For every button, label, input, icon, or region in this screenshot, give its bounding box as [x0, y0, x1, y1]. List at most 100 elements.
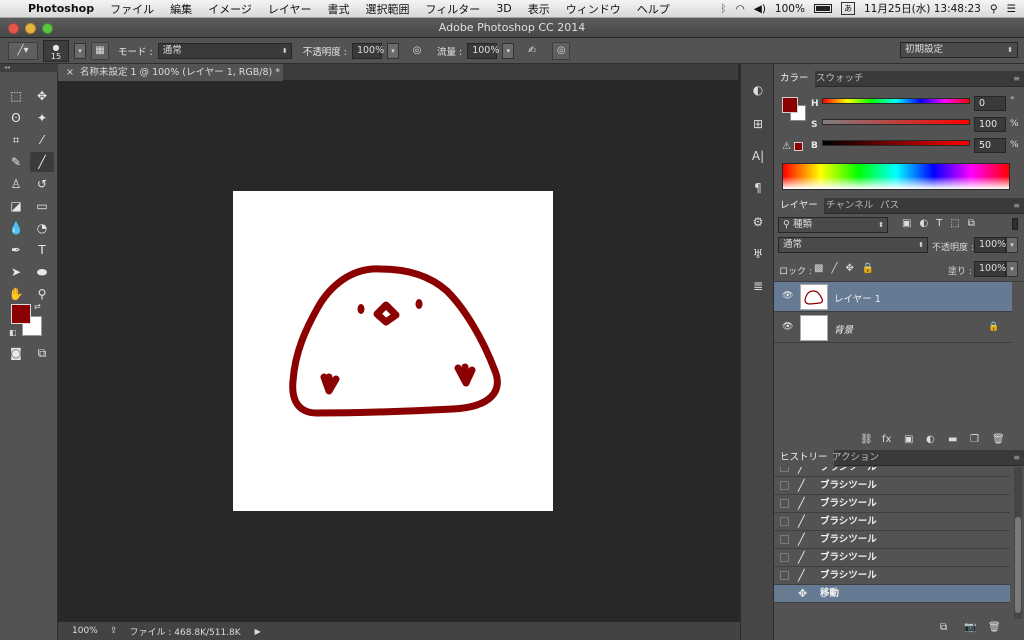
- input-method-icon[interactable]: あ: [840, 2, 855, 15]
- layer-name[interactable]: レイヤー 1: [834, 291, 881, 305]
- layer-filter-select[interactable]: ⚲ 種類 ⬍: [778, 217, 888, 233]
- saturation-slider[interactable]: [822, 119, 970, 125]
- lasso-tool-icon[interactable]: ʘ: [4, 108, 28, 128]
- paragraph-panel-icon[interactable]: ¶: [748, 178, 768, 198]
- crop-tool-icon[interactable]: ⌗: [4, 130, 28, 150]
- web-safe-chip[interactable]: [794, 142, 803, 151]
- color-panel-icon[interactable]: ◐: [748, 80, 768, 100]
- layer-opacity-input[interactable]: 100%: [974, 237, 1006, 253]
- history-checkbox[interactable]: [780, 499, 789, 508]
- smart-object-filter-icon[interactable]: ⧉: [968, 218, 975, 229]
- bluetooth-icon[interactable]: ᛒ: [720, 3, 726, 15]
- tab-history[interactable]: ヒストリー: [774, 450, 834, 466]
- layer-name[interactable]: 背景: [834, 322, 853, 336]
- new-document-from-state-icon[interactable]: ⧉: [940, 622, 947, 633]
- battery-percent[interactable]: 100%: [775, 3, 805, 15]
- layer-opacity-dropdown[interactable]: ▾: [1006, 237, 1018, 253]
- mode-select[interactable]: 通常 ⬍: [157, 42, 292, 59]
- hue-slider[interactable]: [822, 98, 970, 104]
- delete-state-icon[interactable]: 🗑: [988, 622, 1001, 633]
- history-item[interactable]: ✥ 移動: [774, 585, 1010, 603]
- clone-stamp-tool-icon[interactable]: ♙: [4, 174, 28, 194]
- history-checkbox[interactable]: [780, 571, 789, 580]
- status-menu-arrow-icon[interactable]: ▶: [255, 627, 261, 636]
- lock-all-icon[interactable]: 🔒: [862, 263, 874, 274]
- clock[interactable]: 11月25日(水) 13:48:23: [864, 1, 981, 16]
- path-selection-tool-icon[interactable]: ➤: [4, 262, 28, 282]
- history-checkbox[interactable]: [780, 589, 789, 598]
- screen-mode-icon[interactable]: ⧉: [30, 343, 54, 363]
- zoom-window-button[interactable]: [42, 23, 53, 34]
- minimize-window-button[interactable]: [25, 23, 36, 34]
- default-colors-icon[interactable]: ◧: [9, 328, 17, 337]
- panel-menu-icon[interactable]: ≡: [1008, 74, 1020, 84]
- new-group-icon[interactable]: ▬: [948, 434, 957, 445]
- tab-swatches[interactable]: スウォッチ: [810, 71, 870, 87]
- type-tool-icon[interactable]: T: [30, 240, 54, 260]
- opacity-dropdown[interactable]: ▾: [386, 42, 399, 59]
- brush-presets-icon[interactable]: ♅: [748, 244, 768, 264]
- share-icon[interactable]: ⇪: [110, 626, 118, 636]
- color-ramp[interactable]: [782, 163, 1010, 190]
- menu-type[interactable]: 書式: [320, 1, 358, 17]
- pixel-filter-icon[interactable]: ▣: [902, 218, 911, 229]
- tab-paths[interactable]: パス: [874, 198, 905, 214]
- character-panel-icon[interactable]: A|: [748, 146, 768, 166]
- history-checkbox[interactable]: [780, 517, 789, 526]
- hand-tool-icon[interactable]: ✋: [4, 284, 28, 304]
- history-item[interactable]: ╱ ブラシツール: [774, 549, 1010, 567]
- brush-size-dropdown[interactable]: ▾: [74, 42, 86, 59]
- magic-wand-tool-icon[interactable]: ✦: [30, 108, 54, 128]
- tab-channels[interactable]: チャンネル: [820, 198, 879, 214]
- lock-pixels-icon[interactable]: ╱: [831, 263, 837, 274]
- tab-color[interactable]: カラー: [774, 71, 815, 87]
- adjustment-layer-icon[interactable]: ◐: [926, 434, 935, 445]
- menu-layer[interactable]: レイヤー: [260, 1, 320, 17]
- history-scrollbar[interactable]: [1014, 467, 1022, 619]
- dodge-tool-icon[interactable]: ◔: [30, 218, 54, 238]
- blur-tool-icon[interactable]: 💧: [4, 218, 28, 238]
- flow-dropdown[interactable]: ▾: [502, 42, 515, 59]
- snapshot-icon[interactable]: 📷: [964, 622, 976, 633]
- pressure-size-icon[interactable]: ◎: [552, 41, 571, 60]
- link-layers-icon[interactable]: ⛓: [860, 434, 873, 445]
- opacity-input[interactable]: 100%: [351, 42, 384, 59]
- history-item[interactable]: ╱ ブラシツール: [774, 513, 1010, 531]
- document-canvas[interactable]: [233, 191, 553, 511]
- brush-panel-toggle-icon[interactable]: ▦: [91, 41, 109, 60]
- fg-color-chip[interactable]: [782, 97, 798, 113]
- layer-row[interactable]: 👁 レイヤー 1: [774, 282, 1012, 312]
- adjustment-filter-icon[interactable]: ◐: [919, 218, 928, 229]
- menu-edit[interactable]: 編集: [162, 1, 200, 17]
- healing-brush-tool-icon[interactable]: ✎: [4, 152, 28, 172]
- app-menu[interactable]: Photoshop: [20, 2, 102, 15]
- blend-mode-select[interactable]: 通常 ⬍: [778, 237, 928, 253]
- eyedropper-tool-icon[interactable]: ⁄: [30, 130, 54, 150]
- brush-panel-icon[interactable]: ≣: [748, 276, 768, 296]
- tab-actions[interactable]: アクション: [826, 450, 885, 466]
- wifi-icon[interactable]: ◠: [736, 3, 745, 15]
- menu-file[interactable]: ファイル: [102, 1, 162, 17]
- battery-icon[interactable]: [813, 4, 832, 13]
- history-scroll-thumb[interactable]: [1015, 517, 1021, 613]
- eye-icon[interactable]: 👁: [782, 291, 793, 301]
- swap-colors-icon[interactable]: ⇄: [34, 302, 41, 311]
- menu-help[interactable]: ヘルプ: [629, 1, 678, 17]
- history-item[interactable]: ╱ ブラシツール: [774, 531, 1010, 549]
- layer-style-icon[interactable]: fx: [882, 434, 891, 445]
- volume-icon[interactable]: ◀): [754, 3, 766, 15]
- workspace-select[interactable]: 初期設定 ⬍: [900, 42, 1018, 58]
- menu-view[interactable]: 表示: [520, 1, 558, 17]
- flow-input[interactable]: 100%: [467, 42, 499, 59]
- gradient-tool-icon[interactable]: ▭: [30, 196, 54, 216]
- tools-panel-grip[interactable]: ◂◂: [0, 64, 58, 72]
- airbrush-icon[interactable]: ✍: [523, 42, 541, 60]
- history-checkbox[interactable]: [780, 481, 789, 490]
- brush-size-picker[interactable]: ● 15: [43, 39, 69, 62]
- filter-toggle[interactable]: [1012, 218, 1018, 230]
- delete-layer-icon[interactable]: 🗑: [992, 434, 1005, 445]
- type-filter-icon[interactable]: T: [936, 218, 942, 229]
- properties-icon[interactable]: ⚙: [748, 212, 768, 232]
- history-checkbox[interactable]: [780, 535, 789, 544]
- pressure-opacity-icon[interactable]: ◎: [408, 42, 426, 60]
